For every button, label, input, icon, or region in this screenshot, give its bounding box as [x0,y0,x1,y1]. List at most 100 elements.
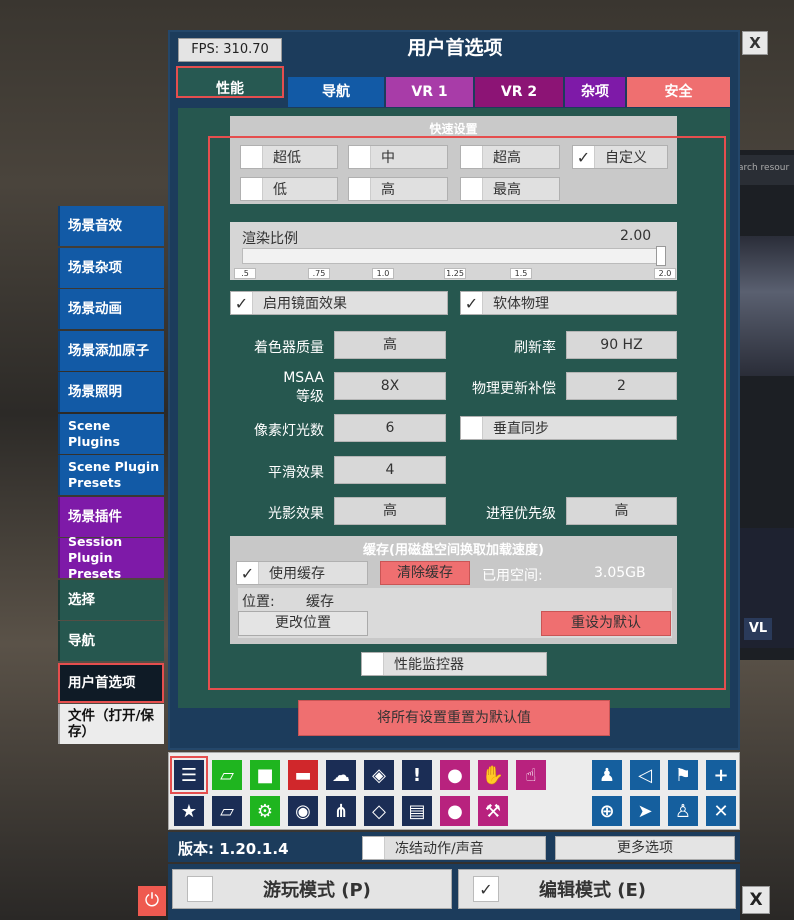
refresh-rate-select[interactable]: 90 HZ [566,331,677,359]
pixel-lights-select[interactable]: 6 [334,414,446,442]
reset-all-button[interactable]: 将所有设置重置为默认值 [298,700,610,736]
used-space-value: 3.05GB [594,565,646,581]
freeze-toggle[interactable]: 冻结动作/声音 [362,836,546,860]
sidebar-item-user-prefs[interactable]: 用户首选项 [58,662,164,703]
preset-low[interactable]: 低 [240,177,338,201]
change-location-button[interactable]: 更改位置 [238,611,368,636]
hand-icon[interactable]: ✋ [478,760,508,790]
shadow-select[interactable]: 高 [334,497,446,525]
render-scale-slider[interactable] [242,248,666,264]
folder-open-icon[interactable]: ▱ [212,760,242,790]
performance-monitor-toggle[interactable]: 性能监控器 [361,652,547,676]
slider-tick: 1.25 [444,268,466,279]
vsync-toggle[interactable]: 垂直同步 [460,416,677,440]
preset-medium[interactable]: 中 [348,145,448,169]
tab-navigation[interactable]: 导航 [288,77,384,107]
sidebar-item-file[interactable]: 文件（打开/保存） [58,704,164,744]
shader-quality-select[interactable]: 高 [334,331,446,359]
tab-security[interactable]: 安全 [627,77,730,107]
edit-mode-button[interactable]: ✓ 编辑模式 (E) [458,869,736,909]
preset-high[interactable]: 高 [348,177,448,201]
sidebar-item-scene-lighting[interactable]: 场景照明 [58,372,164,412]
camera-icon[interactable]: ◉ [288,796,318,826]
option-label: 启用镜面效果 [263,296,347,312]
tab-vr1[interactable]: VR 1 [386,77,473,107]
document-icon[interactable]: ▤ [402,796,432,826]
check-icon: ✓ [461,292,483,314]
checkbox [241,146,263,168]
person-icon[interactable]: ♟ [592,760,622,790]
quick-settings-title: 快速设置 [429,122,478,136]
location-value: 缓存 [306,594,334,610]
use-cache-toggle[interactable]: ✓ 使用缓存 [236,561,368,585]
cube-icon[interactable]: ◈ [364,760,394,790]
sidebar-item-navigation[interactable]: 导航 [58,621,164,661]
target-icon[interactable]: ⊕ [592,796,622,826]
mirror-toggle[interactable]: ✓ 启用镜面效果 [230,291,448,315]
sidebar-item-scene-plugin[interactable]: 场景插件 [58,496,164,537]
slider-tick: 1.5 [510,268,532,279]
people-icon[interactable]: ♙ [668,796,698,826]
preset-max[interactable]: 最高 [460,177,560,201]
option-label: 垂直同步 [493,421,549,437]
tab-misc[interactable]: 杂项 [565,77,625,107]
softbody-toggle[interactable]: ✓ 软体物理 [460,291,677,315]
render-scale-label: 渲染比例 [242,231,298,247]
sidebar-item-scene-plugins[interactable]: Scene Plugins [58,413,164,454]
flag-icon[interactable]: ⚑ [668,760,698,790]
reset-default-button[interactable]: 重设为默认 [541,611,671,636]
smoothing-select[interactable]: 4 [334,456,446,484]
slider-handle[interactable] [656,246,666,266]
tab-performance[interactable]: 性能 [176,66,284,98]
preset-ultra-low[interactable]: 超低 [240,145,338,169]
background-text: arch resour [734,155,794,185]
alert-icon[interactable]: ! [402,760,432,790]
share-node-icon[interactable]: ⋔ [326,796,356,826]
plus-icon[interactable]: + [706,760,736,790]
star-icon[interactable]: ★ [174,796,204,826]
close-bottom-button[interactable]: X [742,886,770,914]
folder-icon[interactable]: ■ [250,760,280,790]
preset-ultra-high[interactable]: 超高 [460,145,560,169]
process-priority-select[interactable]: 高 [566,497,677,525]
sidebar-item-scene-animation[interactable]: 场景动画 [58,289,164,329]
msaa-level-label: 等级 [296,389,324,405]
msaa-select[interactable]: 8X [334,372,446,400]
sidebar-item-scene-misc[interactable]: 场景杂项 [58,247,164,288]
play-mode-button[interactable]: 游玩模式 (P) [172,869,452,909]
process-priority-label: 进程优先级 [486,506,556,522]
person-remove-icon[interactable]: ● [440,796,470,826]
tab-vr2[interactable]: VR 2 [475,77,563,107]
wrench-hand-icon[interactable]: ⚒ [478,796,508,826]
menu-icon[interactable]: ☰ [170,756,208,794]
more-options-button[interactable]: 更多选项 [555,836,735,860]
tools-icon[interactable]: ✕ [706,796,736,826]
close-button[interactable]: X [742,31,768,55]
option-label: 冻结动作/声音 [395,841,484,857]
cursor-icon[interactable]: ➤ [630,796,660,826]
preset-custom[interactable]: ✓ 自定义 [572,145,668,169]
physics-update-select[interactable]: 2 [566,372,677,400]
power-icon[interactable]: ⏻ [138,886,166,916]
folder-gear-icon[interactable]: ⚙ [250,796,280,826]
option-label: 高 [381,182,395,198]
sidebar: 场景音效 场景杂项 场景动画 场景添加原子 场景照明 Scene Plugins… [58,206,168,746]
clear-cache-button[interactable]: 清除缓存 [380,561,470,585]
option-label: 使用缓存 [269,566,325,582]
shader-quality-label: 着色器质量 [254,340,324,356]
folder-open-alt-icon[interactable]: ▱ [212,796,242,826]
folder-save-icon[interactable]: ▬ [288,760,318,790]
box-open-icon[interactable]: ◇ [364,796,394,826]
sidebar-item-scene-plugin-presets[interactable]: Scene Plugin Presets [58,455,164,495]
checkbox [363,837,385,859]
unity-icon[interactable]: ◁ [630,760,660,790]
shadow-label: 光影效果 [268,506,324,522]
pointer-hand-icon[interactable]: ☝ [516,760,546,790]
sidebar-item-scene-audio[interactable]: 场景音效 [58,206,164,246]
mode-label: 编辑模式 (E) [539,880,647,901]
sidebar-item-select[interactable]: 选择 [58,579,164,620]
sidebar-item-session-plugin-presets[interactable]: Session Plugin Presets [58,534,164,581]
sidebar-item-scene-add-atom[interactable]: 场景添加原子 [58,330,164,371]
person-add-icon[interactable]: ● [440,760,470,790]
cloud-download-icon[interactable]: ☁ [326,760,356,790]
